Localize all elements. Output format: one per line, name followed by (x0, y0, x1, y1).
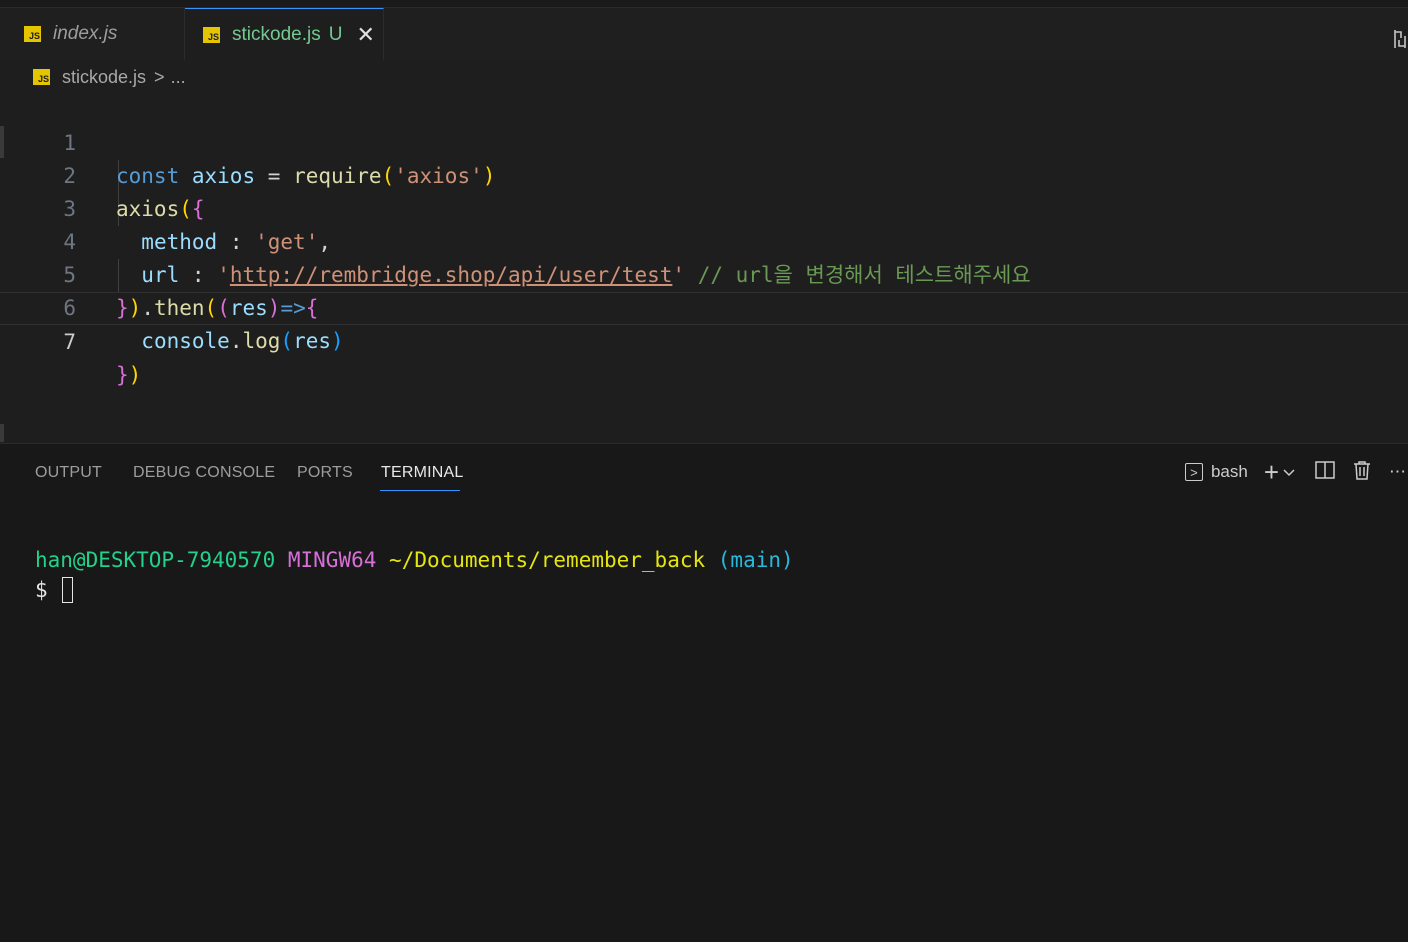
tab-debug-console[interactable]: DEBUG CONSOLE (133, 464, 275, 482)
tab-ports[interactable]: PORTS (297, 464, 353, 482)
title-strip (0, 0, 1408, 8)
code-line: 3 method : 'get', (0, 160, 1408, 254)
chevron-down-icon[interactable] (1283, 462, 1295, 482)
terminal-path: ~/Documents/remember_back (389, 548, 706, 572)
code-line: 6 console.log(res) (0, 259, 1408, 353)
line-content: }) (116, 363, 142, 387)
code-line: 4 url : 'http://rembridge.shop/api/user/… (0, 193, 1408, 287)
split-terminal-icon[interactable] (1315, 460, 1335, 484)
code-line: 5 }).then((res)=>{ (0, 226, 1408, 320)
bottom-panel: OUTPUT DEBUG CONSOLE PORTS TERMINAL > ba… (0, 443, 1408, 942)
terminal-icon: > (1184, 463, 1203, 481)
terminal-cursor (61, 577, 73, 603)
terminal-input-line[interactable]: $ (35, 575, 73, 605)
terminal-git-branch: (main) (717, 548, 794, 572)
terminal-user-host: han@DESKTOP-7940570 (35, 548, 276, 572)
tab-index-js[interactable]: JS index.js (0, 8, 185, 60)
tab-terminal[interactable]: TERMINAL (381, 464, 464, 482)
untracked-badge: U (328, 23, 343, 45)
more-actions-icon[interactable]: ⋯ (1389, 462, 1406, 482)
close-icon[interactable]: ✕ (356, 23, 374, 45)
active-tab-indicator (380, 490, 460, 491)
editor-tab-bar: JS index.js JS stickode.js U ✕ (0, 8, 1408, 60)
terminal-actions: > bash + ⋯ (1184, 457, 1408, 488)
js-file-icon: JS (33, 69, 50, 85)
code-line: 2 axios({ (0, 127, 1408, 221)
tab-label: index.js (53, 23, 118, 44)
line-number: 7 (63, 330, 76, 354)
terminal-prompt-line: han@DESKTOP-7940570 MINGW64 ~/Documents/… (35, 545, 794, 575)
code-line-current: 7 }) (0, 292, 1408, 387)
terminal-system: MINGW64 (287, 548, 377, 572)
plus-icon[interactable]: + (1264, 457, 1279, 488)
shell-name: bash (1210, 462, 1248, 481)
breadcrumb: JS stickode.js > ... (0, 60, 1408, 94)
line-content: console.log(res) (141, 329, 344, 353)
code-line: 1 const axios = require('axios') (0, 94, 1408, 188)
chevron-right-icon: > (154, 66, 165, 87)
terminal-prompt-symbol: $ (35, 578, 48, 602)
tab-label: stickode.js (232, 23, 321, 45)
panel-tab-bar: OUTPUT DEBUG CONSOLE PORTS TERMINAL > ba… (0, 444, 1408, 500)
breadcrumb-symbols[interactable]: ... (171, 67, 186, 88)
compare-changes-icon[interactable] (1392, 28, 1408, 56)
js-file-icon: JS (24, 26, 41, 42)
trash-icon[interactable] (1353, 460, 1371, 485)
tab-output[interactable]: OUTPUT (35, 464, 102, 482)
breadcrumb-file[interactable]: stickode.js (62, 67, 146, 88)
tab-stickode-js[interactable]: JS stickode.js U ✕ (185, 8, 384, 60)
scroll-marker (0, 424, 4, 442)
terminal-shell-selector[interactable]: > bash (1184, 462, 1248, 482)
code-editor[interactable]: 1 const axios = require('axios') 2 axios… (0, 94, 1408, 443)
js-file-icon: JS (203, 26, 220, 43)
